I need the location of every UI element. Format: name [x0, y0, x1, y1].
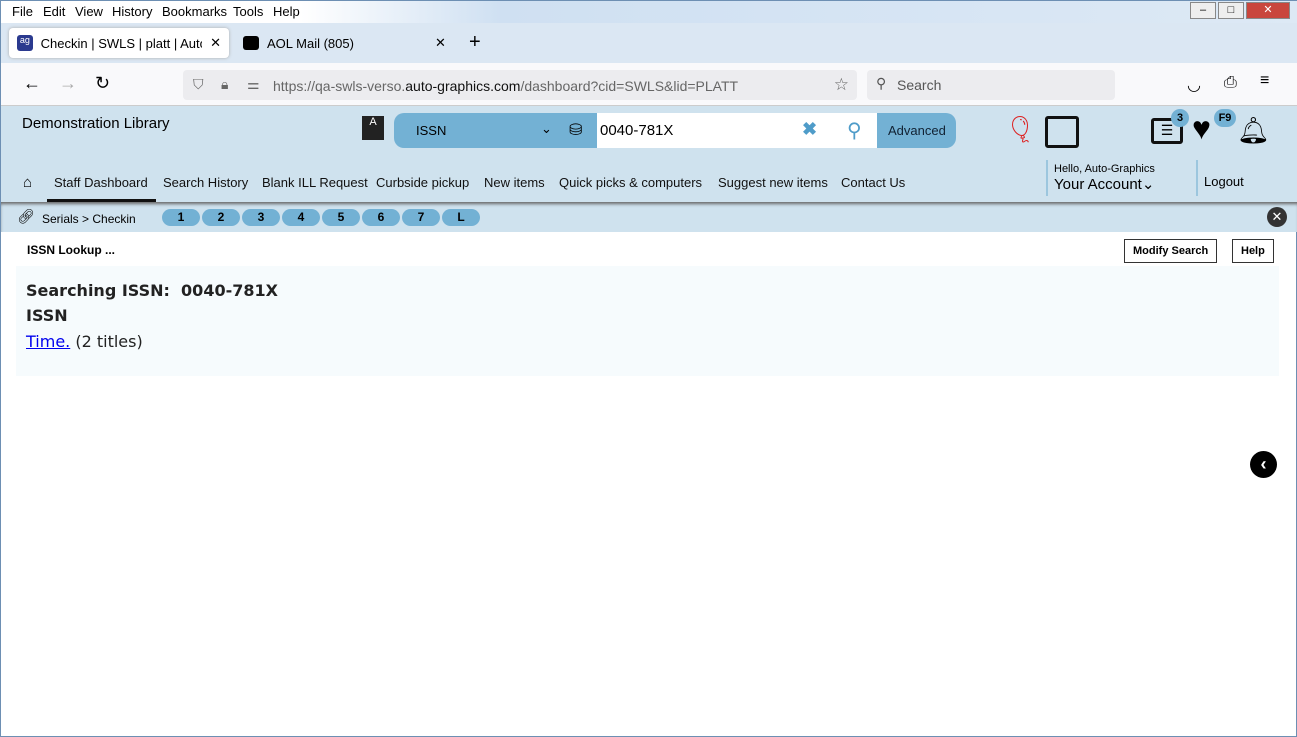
- page-heading: ISSN Lookup ...: [27, 243, 116, 257]
- url-host: auto-graphics.com: [405, 78, 521, 94]
- minimize-button[interactable]: –: [1190, 2, 1216, 19]
- close-tab-icon[interactable]: ✕: [210, 35, 221, 51]
- shield-icon[interactable]: ⛉: [193, 76, 204, 93]
- forward-icon[interactable]: →: [59, 73, 77, 94]
- breadcrumb: Serials > Checkin: [42, 212, 136, 226]
- new-tab-button[interactable]: +: [469, 31, 481, 54]
- maximize-button[interactable]: □: [1218, 2, 1244, 19]
- menu-edit[interactable]: Edit: [43, 4, 65, 19]
- bell-icon[interactable]: 🔔︎: [1237, 115, 1270, 146]
- menu-history[interactable]: History: [112, 4, 152, 19]
- nav-search-history[interactable]: Search History: [163, 175, 248, 190]
- tab-title: Checkin | SWLS | platt | Auto-Gr: [40, 35, 202, 51]
- list-count-badge: 3: [1171, 109, 1189, 127]
- print-icon[interactable]: ⎙: [1224, 74, 1237, 92]
- tab-checkin[interactable]: ag Checkin | SWLS | platt | Auto-Gr ✕: [9, 28, 229, 58]
- search-icon: ⚲: [876, 75, 887, 91]
- account-menu[interactable]: Hello, Auto-Graphics Your Account⌄: [1046, 160, 1155, 196]
- home-icon[interactable]: ⌂: [23, 174, 32, 191]
- help-button[interactable]: Help: [1232, 239, 1274, 263]
- step-pill-4[interactable]: 4: [282, 209, 320, 226]
- browser-search-input[interactable]: ⚲ Search: [867, 70, 1115, 100]
- hello-text: Hello, Auto-Graphics: [1054, 163, 1155, 175]
- clear-icon[interactable]: ✖: [802, 119, 817, 140]
- permissions-icon[interactable]: ⚌: [247, 76, 260, 93]
- translate-icon[interactable]: A: [362, 116, 384, 140]
- breadcrumb-bar: 🔗︎ Serials > Checkin 1 2 3 4 5 6 7 L ✕: [1, 202, 1297, 232]
- reload-icon[interactable]: ↻: [95, 73, 110, 94]
- step-pill-2[interactable]: 2: [202, 209, 240, 226]
- close-window-button[interactable]: ✕: [1246, 2, 1290, 19]
- pocket-icon[interactable]: ◡: [1187, 75, 1201, 95]
- aol-icon: [243, 36, 259, 50]
- step-pill-6[interactable]: 6: [362, 209, 400, 226]
- nav-new-items[interactable]: New items: [484, 175, 545, 190]
- tab-bar: ag Checkin | SWLS | platt | Auto-Gr ✕ AO…: [1, 23, 1297, 63]
- results-panel: Searching ISSN: 0040-781X ISSN Time. (2 …: [16, 266, 1279, 376]
- search-placeholder: Search: [897, 77, 942, 93]
- navigation-bar: ← → ↻ ⛉ 🔒︎ ⚌ https://qa-swls-verso.auto-…: [1, 63, 1297, 106]
- nav-curbside-pickup[interactable]: Curbside pickup: [376, 175, 469, 190]
- bookmark-star-icon[interactable]: ☆: [834, 75, 849, 95]
- link-icon: 🔗︎: [17, 208, 35, 224]
- url-bar[interactable]: ⛉ 🔒︎ ⚌ https://qa-swls-verso.auto-graphi…: [183, 70, 857, 100]
- heart-icon[interactable]: ♥: [1192, 110, 1211, 147]
- search-bar: ISSN ⌄ ⛁ 0040-781X ✖ ⚲ Advanced: [394, 113, 956, 148]
- close-circle-icon[interactable]: ✕: [1267, 207, 1287, 227]
- search-library-icon[interactable]: [1045, 116, 1079, 148]
- nav-staff-dashboard[interactable]: Staff Dashboard: [54, 175, 148, 190]
- hamburger-menu-icon[interactable]: ≡: [1260, 72, 1269, 90]
- account-label: Your Account: [1054, 176, 1142, 193]
- tab-title: AOL Mail (805): [267, 35, 354, 51]
- chevron-down-icon: ⌄: [1141, 176, 1155, 193]
- issn-label: ISSN: [26, 306, 68, 325]
- tab-aol-mail[interactable]: AOL Mail (805) ✕: [235, 28, 455, 58]
- close-tab-icon[interactable]: ✕: [435, 35, 446, 51]
- menu-help[interactable]: Help: [273, 4, 300, 19]
- favorites-badge: F9: [1214, 109, 1236, 127]
- menu-tools[interactable]: Tools: [233, 4, 263, 19]
- menu-view[interactable]: View: [75, 4, 103, 19]
- menu-bookmarks[interactable]: Bookmarks: [162, 4, 227, 19]
- window-controls: – □ ✕: [1190, 2, 1290, 19]
- step-pill-3[interactable]: 3: [242, 209, 280, 226]
- nav-quick-picks[interactable]: Quick picks & computers: [559, 175, 702, 190]
- step-pill-7[interactable]: 7: [402, 209, 440, 226]
- step-pill-1[interactable]: 1: [162, 209, 200, 226]
- search-input[interactable]: 0040-781X ✖ ⚲: [597, 113, 877, 148]
- modify-search-button[interactable]: Modify Search: [1124, 239, 1218, 263]
- chevron-down-icon[interactable]: ⌄: [541, 121, 552, 137]
- app-header: Demonstration Library A ISSN ⌄ ⛁ 0040-78…: [1, 106, 1297, 202]
- search-icon[interactable]: ⚲: [847, 118, 862, 143]
- nav-contact-us[interactable]: Contact Us: [841, 175, 905, 190]
- chevron-left-icon[interactable]: ‹: [1250, 451, 1277, 478]
- search-type-select[interactable]: ISSN: [416, 123, 446, 138]
- step-pill-5[interactable]: 5: [322, 209, 360, 226]
- searching-text: Searching ISSN: 0040-781X: [26, 281, 278, 300]
- url-path: /dashboard?cid=SWLS&lid=PLATT: [520, 78, 739, 94]
- back-icon[interactable]: ←: [23, 73, 41, 94]
- database-icon[interactable]: ⛁: [569, 120, 582, 140]
- search-value: 0040-781X: [600, 122, 674, 139]
- lock-icon[interactable]: 🔒︎: [221, 76, 228, 93]
- nav-blank-ill-request[interactable]: Blank ILL Request: [262, 175, 368, 190]
- your-account-dropdown[interactable]: Your Account⌄: [1054, 175, 1155, 193]
- menu-bar: File Edit View History Bookmarks Tools H…: [1, 1, 1297, 23]
- ag-logo-icon: ag: [17, 35, 33, 51]
- result-count: (2 titles): [75, 332, 143, 351]
- step-pill-l[interactable]: L: [442, 209, 480, 226]
- advanced-search-button[interactable]: Advanced: [876, 113, 956, 148]
- result-title-link[interactable]: Time.: [26, 332, 70, 351]
- url-prefix: https://qa-swls-verso.: [273, 78, 406, 94]
- nav-suggest-new-items[interactable]: Suggest new items: [718, 175, 828, 190]
- menu-file[interactable]: File: [12, 4, 33, 19]
- logout-link[interactable]: Logout: [1196, 160, 1244, 196]
- hot-air-balloon-icon[interactable]: 🎈︎: [1004, 114, 1037, 145]
- library-name: Demonstration Library: [22, 115, 170, 132]
